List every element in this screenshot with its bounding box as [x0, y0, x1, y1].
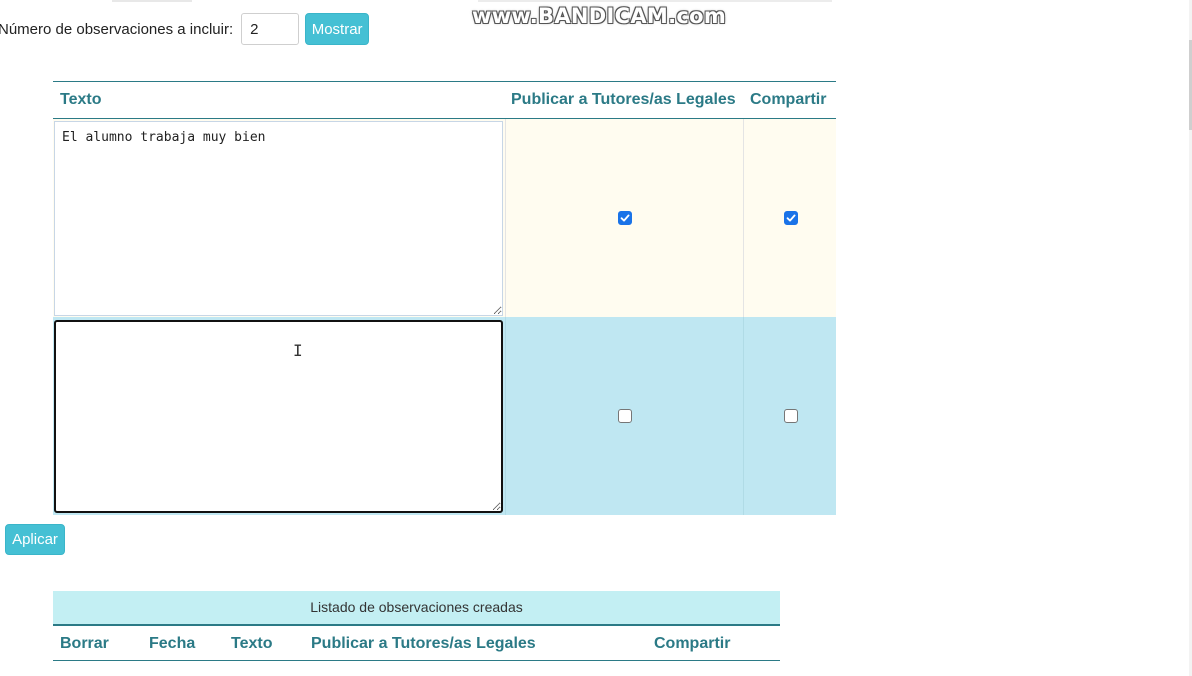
- created-observations-caption: Listado de observaciones creadas: [53, 591, 780, 626]
- checkmark-icon: [620, 214, 630, 222]
- observations-table-header: Texto Publicar a Tutores/as Legales Comp…: [53, 81, 836, 119]
- top-divider: [478, 0, 832, 2]
- publish-checkbox[interactable]: [618, 409, 632, 423]
- share-cell: [743, 119, 837, 317]
- column-header-publish: Publicar a Tutores/as Legales: [511, 91, 736, 108]
- observations-table: Texto Publicar a Tutores/as Legales Comp…: [53, 81, 836, 515]
- column-header-delete: Borrar: [60, 635, 109, 652]
- observation-text-cell: El alumno trabaja muy bien: [53, 119, 505, 317]
- publish-cell: [505, 119, 744, 317]
- share-checkbox[interactable]: [783, 409, 798, 423]
- apply-button[interactable]: Aplicar: [5, 524, 65, 555]
- observation-textarea[interactable]: El alumno trabaja muy bien: [54, 121, 503, 316]
- created-observations-table: Listado de observaciones creadas Borrar …: [53, 591, 780, 661]
- column-header-text: Texto: [60, 91, 102, 108]
- column-header-share: Compartir: [750, 91, 827, 108]
- column-header-share: Compartir: [654, 635, 731, 652]
- publish-cell: [505, 317, 744, 515]
- share-checkbox[interactable]: [783, 211, 798, 225]
- top-divider: [112, 0, 192, 2]
- observation-count-label: Número de observaciones a incluir:: [0, 20, 234, 38]
- checkmark-icon: [786, 214, 795, 222]
- column-header-date: Fecha: [149, 635, 196, 652]
- observation-row: I: [53, 317, 836, 515]
- show-button[interactable]: Mostrar: [305, 13, 370, 45]
- observation-text-cell: I: [53, 317, 505, 515]
- created-observations-header: Borrar Fecha Texto Publicar a Tutores/as…: [53, 626, 780, 661]
- column-header-publish: Publicar a Tutores/as Legales: [311, 635, 536, 652]
- observation-count-input[interactable]: [241, 13, 300, 45]
- share-cell: [743, 317, 837, 515]
- page: www.BANDICAM.com Número de observaciones…: [0, 0, 1192, 676]
- observation-textarea[interactable]: [54, 320, 503, 513]
- observation-count-row: Número de observaciones a incluir: Mostr…: [0, 12, 370, 46]
- watermark: www.BANDICAM.com: [472, 4, 727, 28]
- observation-row: El alumno trabaja muy bien: [53, 119, 836, 317]
- column-header-text: Texto: [231, 635, 273, 652]
- publish-checkbox[interactable]: [618, 211, 632, 225]
